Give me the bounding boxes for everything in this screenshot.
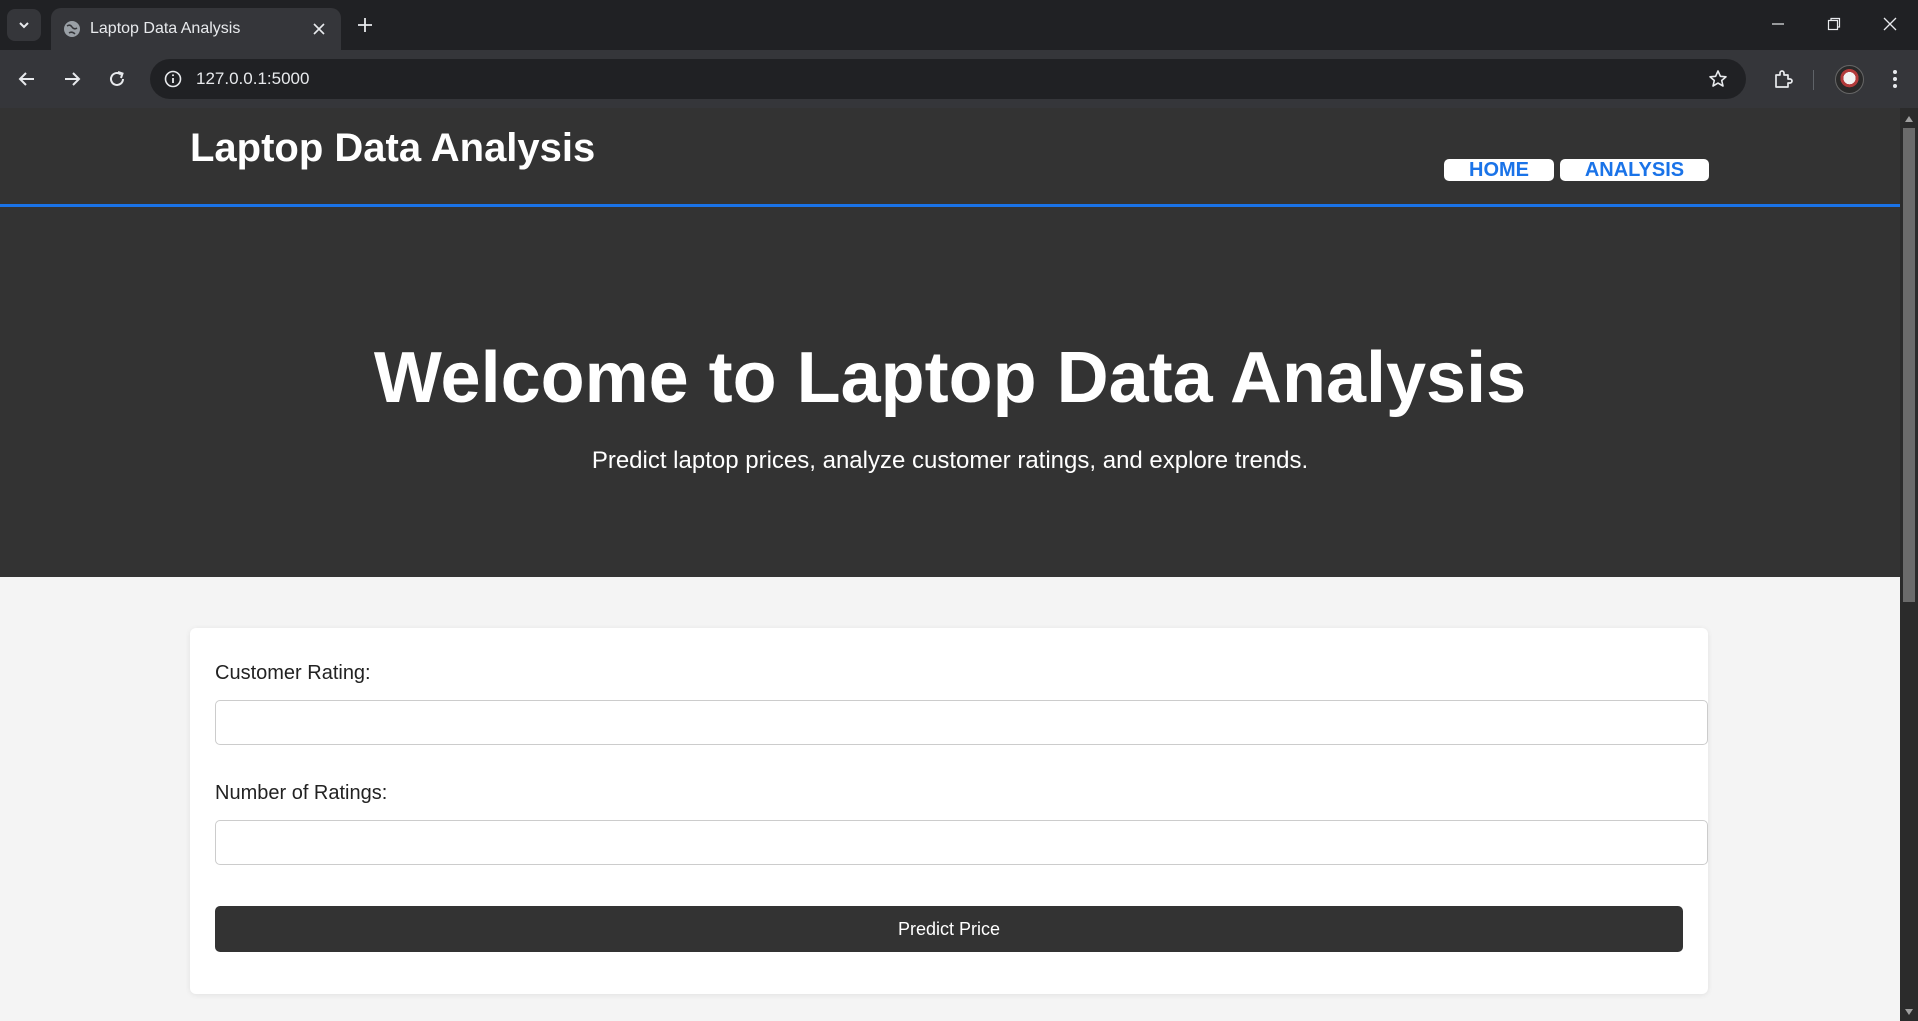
site-nav: HOME ANALYSIS <box>1444 159 1709 181</box>
nav-link-home[interactable]: HOME <box>1444 159 1554 181</box>
chevron-down-icon <box>19 22 29 29</box>
site-header: Laptop Data Analysis HOME ANALYSIS <box>0 108 1900 207</box>
puzzle-icon <box>1775 70 1793 88</box>
arrow-left-icon <box>18 72 34 86</box>
toolbar-divider <box>1813 70 1814 90</box>
number-of-ratings-label: Number of Ratings: <box>215 782 388 804</box>
close-icon <box>1883 17 1897 31</box>
number-of-ratings-input[interactable] <box>215 820 1708 865</box>
tab-title: Laptop Data Analysis <box>90 20 241 37</box>
new-tab-button[interactable] <box>352 12 378 38</box>
triangle-up-icon <box>1905 116 1913 122</box>
close-icon <box>313 23 325 35</box>
reload-button[interactable] <box>100 62 134 96</box>
restore-icon <box>1827 17 1841 31</box>
forward-button[interactable] <box>55 62 89 96</box>
scroll-down-button[interactable] <box>1900 1005 1918 1019</box>
globe-icon <box>64 21 80 37</box>
predict-price-button[interactable]: Predict Price <box>215 906 1683 952</box>
browser-toolbar: 127.0.0.1:5000 <box>0 50 1918 108</box>
site-info-button[interactable] <box>160 66 186 92</box>
triangle-down-icon <box>1905 1009 1913 1015</box>
address-bar[interactable]: 127.0.0.1:5000 <box>150 59 1746 99</box>
profile-avatar[interactable] <box>1835 65 1864 94</box>
nav-link-analysis[interactable]: ANALYSIS <box>1560 159 1709 181</box>
customer-rating-label: Customer Rating: <box>215 662 371 684</box>
url-text[interactable]: 127.0.0.1:5000 <box>196 59 309 99</box>
browser-tab[interactable]: Laptop Data Analysis <box>51 8 341 50</box>
extensions-button[interactable] <box>1766 62 1800 96</box>
star-icon <box>1709 70 1727 87</box>
page-viewport: Laptop Data Analysis HOME ANALYSIS Welco… <box>0 108 1900 1021</box>
close-window-button[interactable] <box>1870 8 1910 40</box>
minimize-button[interactable] <box>1758 8 1798 40</box>
browser-tab-bar: Laptop Data Analysis <box>0 0 1918 50</box>
tab-search-button[interactable] <box>7 9 41 41</box>
info-icon <box>164 70 182 88</box>
prediction-form: Customer Rating: Number of Ratings: Pred… <box>190 628 1708 994</box>
customer-rating-input[interactable] <box>215 700 1708 745</box>
back-button[interactable] <box>10 62 44 96</box>
reload-icon <box>110 71 124 86</box>
page-scrollbar[interactable] <box>1900 108 1918 1021</box>
hero-section: Welcome to Laptop Data Analysis Predict … <box>0 207 1900 577</box>
tab-close-button[interactable] <box>309 19 329 39</box>
hero-subtitle: Predict laptop prices, analyze customer … <box>591 447 1309 474</box>
scroll-up-button[interactable] <box>1900 112 1918 126</box>
minimize-icon <box>1772 23 1784 25</box>
plus-icon <box>358 18 372 32</box>
browser-menu-button[interactable] <box>1878 62 1912 96</box>
scroll-thumb[interactable] <box>1903 128 1915 602</box>
hero-title: Welcome to Laptop Data Analysis <box>373 338 1527 418</box>
arrow-right-icon <box>65 72 81 86</box>
site-logo[interactable]: Laptop Data Analysis <box>190 126 595 171</box>
bookmark-button[interactable] <box>1706 67 1730 91</box>
restore-button[interactable] <box>1814 8 1854 40</box>
kebab-menu-icon <box>1893 70 1897 88</box>
